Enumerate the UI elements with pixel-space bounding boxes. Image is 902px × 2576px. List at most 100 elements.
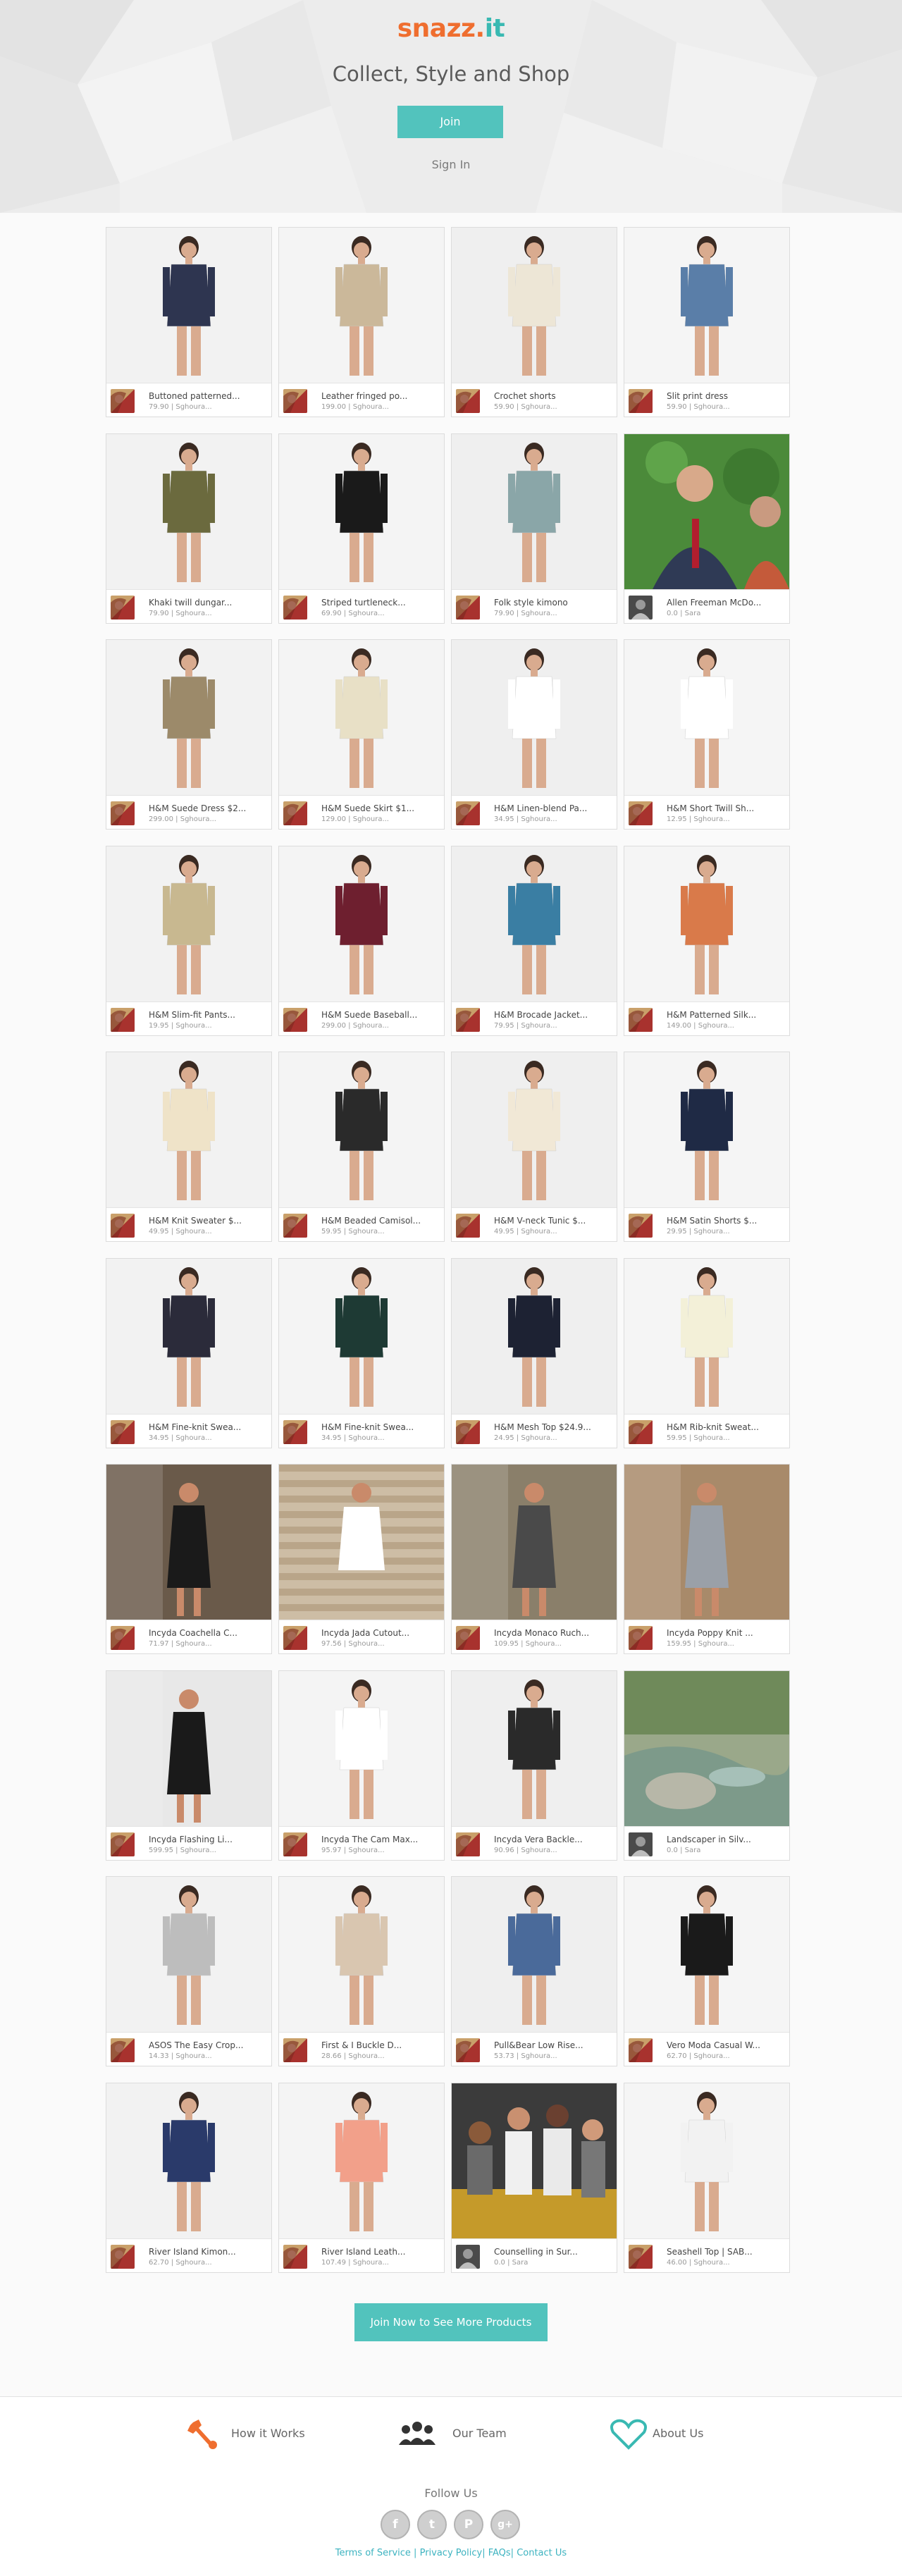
avatar[interactable]: [456, 2245, 480, 2269]
product-card[interactable]: H&M Patterned Silk... 149.00 | Sghoura...: [624, 846, 790, 1036]
product-image[interactable]: [106, 1259, 271, 1414]
product-title[interactable]: H&M Slim-fit Pants...: [149, 1010, 267, 1020]
product-card[interactable]: Folk style kimono 79.90 | Sghoura...: [451, 433, 617, 624]
product-image[interactable]: [452, 1877, 617, 2032]
product-image[interactable]: [624, 1465, 789, 1620]
product-image[interactable]: [624, 1052, 789, 1207]
product-card[interactable]: River Island Leath... 107.49 | Sghoura...: [278, 2083, 445, 2273]
product-card[interactable]: H&M Knit Sweater $... 49.95 | Sghoura...: [106, 1052, 272, 1242]
product-image[interactable]: [452, 846, 617, 1002]
avatar[interactable]: [456, 2038, 480, 2062]
contact-link[interactable]: Contact Us: [517, 2548, 567, 2558]
see-more-products-button[interactable]: Join Now to See More Products: [354, 2303, 548, 2341]
avatar[interactable]: [283, 1626, 307, 1650]
product-card[interactable]: Pull&Bear Low Rise... 53.73 | Sghoura...: [451, 1876, 617, 2066]
product-title[interactable]: Khaki twill dungar...: [149, 598, 267, 608]
product-title[interactable]: H&M Brocade Jacket...: [494, 1010, 612, 1020]
product-title[interactable]: Incyda The Cam Max...: [321, 1835, 440, 1844]
product-image[interactable]: [106, 1052, 271, 1207]
product-image[interactable]: [624, 434, 789, 589]
product-title[interactable]: Slit print dress: [667, 391, 785, 401]
avatar[interactable]: [111, 801, 135, 825]
product-title[interactable]: H&M Knit Sweater $...: [149, 1216, 267, 1226]
product-title[interactable]: H&M Fine-knit Swea...: [321, 1422, 440, 1432]
avatar[interactable]: [456, 1832, 480, 1856]
product-image[interactable]: [106, 2083, 271, 2238]
product-card[interactable]: H&M Beaded Camisol... 59.95 | Sghoura...: [278, 1052, 445, 1242]
avatar[interactable]: [283, 801, 307, 825]
product-title[interactable]: Seashell Top | SAB...: [667, 2247, 785, 2257]
product-title[interactable]: Incyda Monaco Ruch...: [494, 1628, 612, 1638]
product-image[interactable]: [452, 228, 617, 383]
avatar[interactable]: [111, 1214, 135, 1238]
product-image[interactable]: [279, 1465, 444, 1620]
avatar[interactable]: [283, 596, 307, 620]
product-title[interactable]: First & I Buckle D...: [321, 2040, 440, 2050]
product-title[interactable]: Crochet shorts: [494, 391, 612, 401]
avatar[interactable]: [111, 389, 135, 413]
product-title[interactable]: Buttoned patterned...: [149, 391, 267, 401]
avatar[interactable]: [111, 1626, 135, 1650]
product-title[interactable]: Vero Moda Casual W...: [667, 2040, 785, 2050]
product-title[interactable]: Incyda Poppy Knit ...: [667, 1628, 785, 1638]
avatar[interactable]: [283, 1832, 307, 1856]
product-image[interactable]: [106, 846, 271, 1002]
avatar[interactable]: [456, 1008, 480, 1032]
product-title[interactable]: H&M Mesh Top $24.9...: [494, 1422, 612, 1432]
product-title[interactable]: H&M Suede Baseball...: [321, 1010, 440, 1020]
product-image[interactable]: [279, 1671, 444, 1826]
avatar[interactable]: [629, 1626, 653, 1650]
product-title[interactable]: River Island Leath...: [321, 2247, 440, 2257]
product-card[interactable]: ASOS The Easy Crop... 14.33 | Sghoura...: [106, 1876, 272, 2066]
product-image[interactable]: [106, 228, 271, 383]
product-title[interactable]: River Island Kimon...: [149, 2247, 267, 2257]
product-title[interactable]: H&M Patterned Silk...: [667, 1010, 785, 1020]
product-title[interactable]: H&M Linen-blend Pa...: [494, 803, 612, 813]
product-title[interactable]: Striped turtleneck...: [321, 598, 440, 608]
product-card[interactable]: Slit print dress 59.90 | Sghoura...: [624, 227, 790, 417]
product-image[interactable]: [279, 1877, 444, 2032]
product-title[interactable]: Landscaper in Silv...: [667, 1835, 785, 1844]
avatar[interactable]: [629, 596, 653, 620]
facebook-icon[interactable]: f: [381, 2510, 410, 2539]
product-title[interactable]: H&M Suede Dress $2...: [149, 803, 267, 813]
product-title[interactable]: H&M Fine-knit Swea...: [149, 1422, 267, 1432]
product-image[interactable]: [279, 1052, 444, 1207]
product-card[interactable]: Incyda Coachella C... 71.97 | Sghoura...: [106, 1464, 272, 1654]
product-image[interactable]: [624, 1259, 789, 1414]
avatar[interactable]: [111, 2038, 135, 2062]
about-us-link[interactable]: About Us: [607, 2417, 727, 2459]
product-image[interactable]: [106, 434, 271, 589]
avatar[interactable]: [283, 1008, 307, 1032]
avatar[interactable]: [283, 2038, 307, 2062]
product-title[interactable]: H&M Suede Skirt $1...: [321, 803, 440, 813]
product-title[interactable]: H&M V-neck Tunic $...: [494, 1216, 612, 1226]
avatar[interactable]: [456, 596, 480, 620]
join-button[interactable]: Join: [397, 106, 503, 138]
product-image[interactable]: [106, 1877, 271, 2032]
avatar[interactable]: [456, 1214, 480, 1238]
product-card[interactable]: Crochet shorts 59.90 | Sghoura...: [451, 227, 617, 417]
avatar[interactable]: [111, 1008, 135, 1032]
avatar[interactable]: [629, 801, 653, 825]
avatar[interactable]: [283, 1420, 307, 1444]
product-title[interactable]: Leather fringed po...: [321, 391, 440, 401]
avatar[interactable]: [456, 389, 480, 413]
pinterest-icon[interactable]: P: [454, 2510, 483, 2539]
product-image[interactable]: [279, 846, 444, 1002]
product-card[interactable]: River Island Kimon... 62.70 | Sghoura...: [106, 2083, 272, 2273]
product-card[interactable]: H&M Linen-blend Pa... 34.95 | Sghoura...: [451, 639, 617, 830]
product-title[interactable]: Counselling in Sur...: [494, 2247, 612, 2257]
product-card[interactable]: Incyda Poppy Knit ... 159.95 | Sghoura...: [624, 1464, 790, 1654]
product-card[interactable]: Landscaper in Silv... 0.0 | Sara: [624, 1670, 790, 1861]
product-image[interactable]: [624, 640, 789, 795]
avatar[interactable]: [456, 801, 480, 825]
avatar[interactable]: [283, 1214, 307, 1238]
avatar[interactable]: [283, 389, 307, 413]
product-card[interactable]: H&M Mesh Top $24.9... 24.95 | Sghoura...: [451, 1258, 617, 1448]
avatar[interactable]: [629, 389, 653, 413]
product-image[interactable]: [452, 434, 617, 589]
product-card[interactable]: Buttoned patterned... 79.90 | Sghoura...: [106, 227, 272, 417]
avatar[interactable]: [111, 2245, 135, 2269]
product-title[interactable]: H&M Short Twill Sh...: [667, 803, 785, 813]
